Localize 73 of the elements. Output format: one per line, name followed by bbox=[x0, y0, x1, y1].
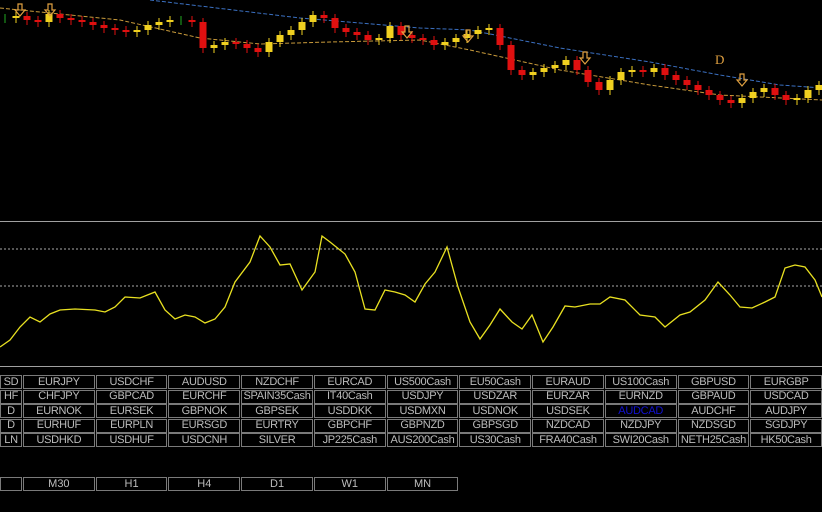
symbol-button[interactable]: EURSGD bbox=[168, 418, 240, 432]
symbol-button[interactable]: EURNOK bbox=[23, 404, 95, 418]
timeframe-button[interactable]: W1 bbox=[314, 477, 386, 491]
symbol-button[interactable]: GBPCAD bbox=[96, 390, 168, 404]
symbol-button[interactable]: EURCHF bbox=[168, 390, 240, 404]
symbol-button[interactable]: EURGBP bbox=[750, 375, 822, 389]
symbol-button[interactable]: EURJPY bbox=[23, 375, 95, 389]
symbol-button[interactable]: NETH25Cash bbox=[678, 433, 750, 447]
symbol-button[interactable]: USDCAD bbox=[750, 390, 822, 404]
symbol-button[interactable]: NZDCHF bbox=[241, 375, 313, 389]
down-arrow-icon bbox=[400, 25, 414, 39]
down-arrow-icon bbox=[736, 73, 748, 87]
symbol-button[interactable]: GBPUSD bbox=[678, 375, 750, 389]
timeframe-button[interactable]: H4 bbox=[168, 477, 240, 491]
symbol-button[interactable]: EURTRY bbox=[241, 418, 313, 432]
symbol-button[interactable]: NZDSGD bbox=[678, 418, 750, 432]
symbol-button[interactable]: EURNZD bbox=[604, 390, 677, 404]
down-arrow-icon bbox=[14, 3, 26, 17]
symbol-button[interactable]: EURPLN bbox=[96, 418, 168, 432]
symbol-button[interactable]: FRA40Cash bbox=[532, 433, 604, 447]
symbol-button[interactable]: US30Cash bbox=[459, 433, 532, 447]
symbol-button[interactable]: CHFJPY bbox=[23, 390, 95, 404]
symbol-button[interactable]: AUS200Cash bbox=[386, 433, 458, 447]
symbol-button[interactable]: NZDCAD bbox=[532, 418, 604, 432]
symbol-button[interactable]: USDHUF bbox=[96, 433, 168, 447]
symbol-button[interactable]: GBPCHF bbox=[314, 418, 386, 432]
symbol-button[interactable]: SD bbox=[0, 375, 22, 389]
down-arrow-icon bbox=[462, 29, 474, 43]
symbol-button[interactable]: EU50Cash bbox=[459, 375, 532, 389]
symbol-button[interactable]: USDCHF bbox=[96, 375, 168, 389]
symbol-button[interactable]: NZDJPY bbox=[604, 418, 677, 432]
symbol-button[interactable]: IT40Cash bbox=[314, 390, 386, 404]
symbol-button[interactable]: GBPAUD bbox=[678, 390, 750, 404]
symbol-button[interactable]: USDSEK bbox=[532, 404, 604, 418]
symbol-button[interactable]: HF bbox=[0, 390, 22, 404]
symbol-button[interactable]: USDNOK bbox=[459, 404, 532, 418]
symbol-button[interactable]: JP225Cash bbox=[314, 433, 386, 447]
symbol-button[interactable]: D bbox=[0, 404, 22, 418]
symbol-button[interactable]: GBPNZD bbox=[386, 418, 458, 432]
marker-label: D bbox=[715, 53, 724, 66]
timeframe-button[interactable]: M30 bbox=[23, 477, 95, 491]
symbol-button[interactable]: LN bbox=[0, 433, 22, 447]
symbol-button[interactable]: GBPNOK bbox=[168, 404, 240, 418]
symbol-button[interactable]: AUDCHF bbox=[678, 404, 750, 418]
symbol-button[interactable]: US500Cash bbox=[386, 375, 458, 389]
symbol-button[interactable]: EURZAR bbox=[532, 390, 604, 404]
symbol-button[interactable]: EURHUF bbox=[23, 418, 95, 432]
symbol-button[interactable]: AUDJPY bbox=[750, 404, 822, 418]
symbol-button[interactable]: USDZAR bbox=[459, 390, 532, 404]
symbol-button[interactable]: AUDUSD bbox=[168, 375, 240, 389]
symbol-button[interactable]: GBPSGD bbox=[459, 418, 532, 432]
symbol-button[interactable]: USDHKD bbox=[23, 433, 95, 447]
symbol-button[interactable]: USDJPY bbox=[386, 390, 458, 404]
symbol-button[interactable]: GBPSEK bbox=[241, 404, 313, 418]
symbol-button[interactable]: USDCNH bbox=[168, 433, 240, 447]
symbol-button[interactable]: SPAIN35Cash bbox=[241, 390, 313, 404]
symbol-button[interactable]: US100Cash bbox=[604, 375, 677, 389]
down-arrow-icon bbox=[578, 51, 592, 65]
timeframe-button[interactable]: D1 bbox=[241, 477, 313, 491]
symbol-button[interactable]: USDDKK bbox=[314, 404, 386, 418]
symbol-button[interactable]: SILVER bbox=[241, 433, 313, 447]
symbol-button[interactable]: HK50Cash bbox=[750, 433, 822, 447]
timeframe-button[interactable]: MN bbox=[386, 477, 458, 491]
symbol-button[interactable]: D bbox=[0, 418, 22, 432]
symbol-button[interactable]: SGDJPY bbox=[750, 418, 822, 432]
down-arrow-icon bbox=[44, 3, 56, 17]
symbol-button[interactable]: EURAUD bbox=[532, 375, 604, 389]
symbol-button[interactable]: USDMXN bbox=[386, 404, 458, 418]
timeframe-button[interactable]: H1 bbox=[96, 477, 168, 491]
symbol-button[interactable]: EURSEK bbox=[96, 404, 168, 418]
timeframe-button[interactable] bbox=[0, 477, 22, 491]
symbol-button[interactable]: EURCAD bbox=[314, 375, 386, 389]
symbol-button[interactable]: SWI20Cash bbox=[604, 433, 677, 447]
